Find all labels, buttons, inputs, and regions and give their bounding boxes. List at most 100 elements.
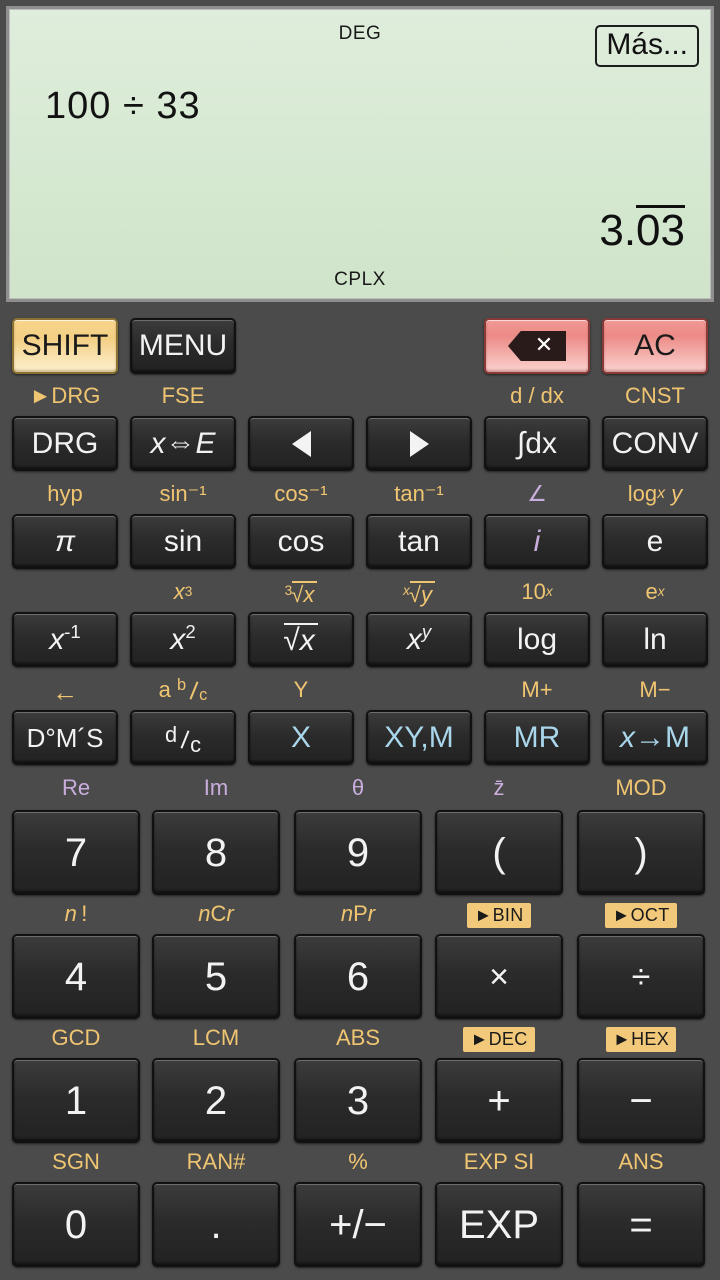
cnst-secondary-label: CNST [625,383,685,408]
key-1-label: 1 [64,1078,88,1123]
more-button[interactable]: Más... [595,25,699,67]
dms-key[interactable]: D°M´S [12,710,118,765]
memory-recall-key[interactable]: MR [484,710,590,765]
imaginary-unit-key[interactable]: i [484,514,590,569]
key-sign-toggle[interactable]: +/− [294,1182,422,1267]
key-0[interactable]: 0 [12,1182,140,1267]
cos-key-label: cos [277,524,325,558]
mod-secondary-label: MOD [615,775,667,800]
abs-secondary-label: ABS [335,1025,381,1050]
shift-key-label: SHIFT [21,329,109,362]
key-8[interactable]: 8 [152,810,280,895]
reciprocal-key-label: x-1 [49,620,81,656]
key-exponent[interactable]: EXP [435,1182,563,1267]
square-key[interactable]: x2 [130,612,236,667]
to-binary-secondary-label: ►BIN [435,903,563,928]
backspace-icon: ✕ [508,331,566,361]
cube-root-secondary-label: 3x [248,581,354,606]
key-5[interactable]: 5 [152,934,280,1019]
arrow-right-icon [409,430,429,457]
menu-key[interactable]: MENU [130,318,236,374]
key-1[interactable]: 1 [12,1058,140,1143]
complex-mode-indicator: CPLX [334,269,386,290]
key-4[interactable]: 4 [12,934,140,1019]
key-7[interactable]: 7 [12,810,140,895]
nth-root-secondary-label: xy [366,581,472,606]
cursor-right-key[interactable] [366,416,472,471]
tan-key[interactable]: tan [366,514,472,569]
key-minus[interactable]: − [577,1058,705,1143]
key-4-label: 4 [64,954,88,999]
cos-key[interactable]: cos [248,514,354,569]
key-9[interactable]: 9 [294,810,422,895]
all-clear-key[interactable]: AC [602,318,708,374]
key-close-paren-label: ) [634,830,648,875]
conv-key[interactable]: CONV [602,416,708,471]
key-6[interactable]: 6 [294,934,422,1019]
percent-secondary-label: % [348,1149,368,1174]
integral-key[interactable]: ∫dx [484,416,590,471]
result-repeating-part: 03 [636,205,685,255]
key-divide-label: ÷ [631,957,651,996]
x-exp-swap-key-label: x⇔E [150,426,216,460]
result-value: 3. 03 [599,205,685,255]
asin-secondary-label: sin⁻¹ [159,481,207,506]
euler-key[interactable]: e [602,514,708,569]
ln-key-label: ln [643,622,667,656]
ln-key[interactable]: ln [602,612,708,667]
menu-secondary-label: FSE [161,383,205,408]
key-exponent-label: EXP [458,1202,540,1247]
log-key-label: log [516,622,558,656]
lcm-secondary-label: LCM [192,1025,240,1050]
gcd-secondary-label: GCD [51,1025,101,1050]
key-close-paren[interactable]: ) [577,810,705,895]
conjugate-secondary-label: z̄ [493,775,505,800]
x-exp-swap-key[interactable]: x⇔E [130,416,236,471]
sin-key[interactable]: sin [130,514,236,569]
backspace-key[interactable]: ✕ [484,318,590,374]
shift-secondary-label: ►DRG [29,383,101,408]
menu-key-label: MENU [138,329,228,362]
im-secondary-label: Im [203,775,229,800]
euler-key-label: e [646,524,664,558]
sin-key-label: sin [163,524,203,558]
key-minus-label: − [629,1078,653,1123]
key-decimal-point-label: . [210,1202,222,1247]
key-3[interactable]: 3 [294,1058,422,1143]
key-2[interactable]: 2 [152,1058,280,1143]
conv-key-label: CONV [611,426,699,460]
x-variable-key[interactable]: X [248,710,354,765]
store-memory-key[interactable]: x→M [602,710,708,765]
key-2-label: 2 [204,1078,228,1123]
e-power-secondary-label: ex [645,579,665,604]
key-divide[interactable]: ÷ [577,934,705,1019]
key-3-label: 3 [346,1078,370,1123]
key-multiply[interactable]: × [435,934,563,1019]
square-root-key[interactable]: x [248,612,354,667]
key-plus[interactable]: + [435,1058,563,1143]
arrow-left-icon [291,430,311,457]
expression-text: 100 ÷ 33 [45,85,201,127]
key-equals[interactable]: = [577,1182,705,1267]
result-integer-part: 3. [599,206,637,255]
theta-secondary-label: θ [351,775,365,800]
log-key[interactable]: log [484,612,590,667]
shift-key[interactable]: SHIFT [12,318,118,374]
key-decimal-point[interactable]: . [152,1182,280,1267]
to-hex-secondary-label: ►HEX [577,1027,705,1052]
key-open-paren[interactable]: ( [435,810,563,895]
pi-key[interactable]: π [12,514,118,569]
ten-power-secondary-label: 10 x [521,579,553,604]
decimal-fraction-key[interactable]: dc [130,710,236,765]
pi-key-label: π [54,524,76,558]
xym-key[interactable]: XY,M [366,710,472,765]
ncr-secondary-label: nCr [198,901,234,926]
integral-key-label: ∫dx [517,426,557,460]
npr-secondary-label: nPr [340,901,376,926]
reciprocal-key[interactable]: x-1 [12,612,118,667]
key-multiply-label: × [489,957,509,996]
cursor-left-key[interactable] [248,416,354,471]
power-key[interactable]: xy [366,612,472,667]
to-decimal-secondary-label: ►DEC [435,1027,563,1052]
drg-key[interactable]: DRG [12,416,118,471]
